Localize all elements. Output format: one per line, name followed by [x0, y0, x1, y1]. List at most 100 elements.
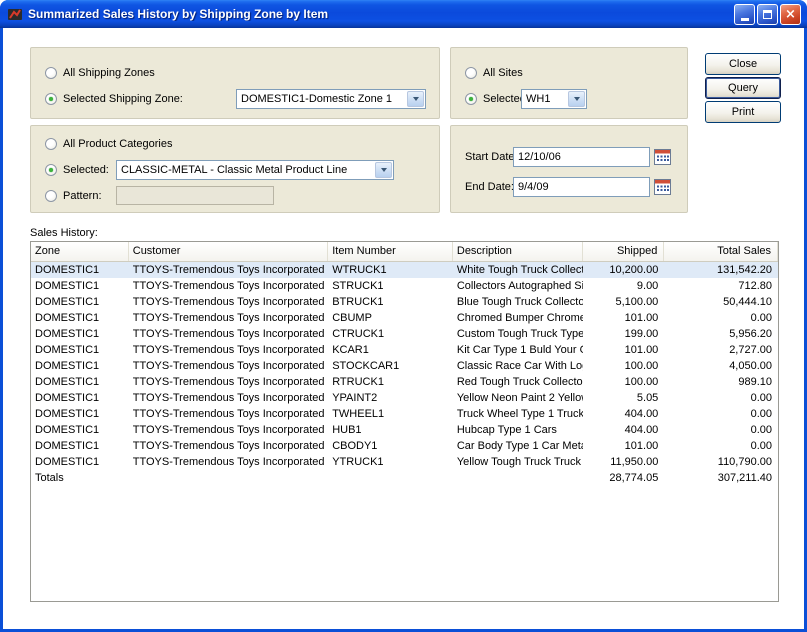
maximize-icon[interactable] — [757, 4, 778, 25]
query-button[interactable]: Query — [705, 77, 781, 99]
table-row[interactable]: DOMESTIC1TTOYS-Tremendous Toys Incorpora… — [31, 374, 778, 390]
column-header-description[interactable]: Description — [453, 242, 583, 261]
radio-label: All Shipping Zones — [63, 67, 155, 79]
cell-zone: DOMESTIC1 — [31, 262, 129, 278]
cell-shipped: 101.00 — [583, 342, 665, 358]
cell-description: Custom Tough Truck Type 1 — [453, 326, 583, 342]
table-row[interactable]: DOMESTIC1TTOYS-Tremendous Toys Incorpora… — [31, 278, 778, 294]
radio-label: Pattern: — [63, 190, 102, 202]
start-date-label: Start Date: — [465, 151, 518, 163]
column-header-item-number[interactable]: Item Number — [328, 242, 453, 261]
minimize-icon[interactable] — [734, 4, 755, 25]
cell-total: 5,956.20 — [664, 326, 778, 342]
calendar-icon[interactable] — [654, 179, 671, 195]
cell-description: Collectors Autographed Signed T... — [453, 278, 583, 294]
close-button[interactable]: Close — [705, 53, 781, 75]
cell-description — [453, 470, 583, 486]
cell-item: TWHEEL1 — [328, 406, 453, 422]
combo-value: WH1 — [522, 93, 567, 105]
cell-customer: TTOYS-Tremendous Toys Incorporated — [129, 278, 328, 294]
cell-item: WTRUCK1 — [328, 262, 453, 278]
cell-shipped: 101.00 — [583, 438, 665, 454]
cell-shipped: 404.00 — [583, 406, 665, 422]
table-row[interactable]: DOMESTIC1TTOYS-Tremendous Toys Incorpora… — [31, 262, 778, 278]
cell-total: 712.80 — [664, 278, 778, 294]
cell-customer — [129, 470, 328, 486]
cell-item: YTRUCK1 — [328, 454, 453, 470]
cell-zone: DOMESTIC1 — [31, 342, 129, 358]
table-row[interactable]: DOMESTIC1TTOYS-Tremendous Toys Incorpora… — [31, 390, 778, 406]
radio-unchecked-icon — [45, 190, 57, 202]
cell-customer: TTOYS-Tremendous Toys Incorporated — [129, 406, 328, 422]
table-row[interactable]: DOMESTIC1TTOYS-Tremendous Toys Incorpora… — [31, 406, 778, 422]
site-select[interactable]: WH1 — [521, 89, 587, 109]
cell-item: HUB1 — [328, 422, 453, 438]
table-row[interactable]: DOMESTIC1TTOYS-Tremendous Toys Incorpora… — [31, 454, 778, 470]
end-date-input[interactable] — [513, 177, 650, 197]
chevron-down-icon[interactable] — [407, 91, 424, 107]
radio-all-shipping-zones[interactable]: All Shipping Zones — [45, 67, 155, 79]
radio-label: All Sites — [483, 67, 523, 79]
cell-zone: DOMESTIC1 — [31, 294, 129, 310]
column-header-shipped[interactable]: Shipped — [583, 242, 665, 261]
print-button[interactable]: Print — [705, 101, 781, 123]
radio-checked-icon — [45, 164, 57, 176]
cell-shipped: 5.05 — [583, 390, 665, 406]
table-row[interactable]: DOMESTIC1TTOYS-Tremendous Toys Incorpora… — [31, 438, 778, 454]
cell-total: 0.00 — [664, 406, 778, 422]
cell-customer: TTOYS-Tremendous Toys Incorporated — [129, 326, 328, 342]
cell-description: White Tough Truck Collectors — [453, 262, 583, 278]
table-row[interactable]: DOMESTIC1TTOYS-Tremendous Toys Incorpora… — [31, 342, 778, 358]
radio-checked-icon — [45, 93, 57, 105]
cell-shipped: 11,950.00 — [583, 454, 665, 470]
table-row[interactable]: DOMESTIC1TTOYS-Tremendous Toys Incorpora… — [31, 422, 778, 438]
cell-total: 0.00 — [664, 438, 778, 454]
cell-total: 989.10 — [664, 374, 778, 390]
cell-shipped: 100.00 — [583, 358, 665, 374]
cell-description: Truck Wheel Type 1 Truck Wheel... — [453, 406, 583, 422]
cell-total: 307,211.40 — [664, 470, 778, 486]
radio-selected-site[interactable]: Selected: — [465, 93, 529, 105]
radio-selected-category[interactable]: Selected: — [45, 164, 109, 176]
start-date-input[interactable] — [513, 147, 650, 167]
table-row[interactable]: DOMESTIC1TTOYS-Tremendous Toys Incorpora… — [31, 310, 778, 326]
chevron-down-icon[interactable] — [568, 91, 585, 107]
radio-pattern[interactable]: Pattern: — [45, 190, 102, 202]
cell-description: Kit Car Type 1 Buld Your Own — [453, 342, 583, 358]
pattern-input[interactable] — [116, 186, 274, 205]
cell-total: 110,790.00 — [664, 454, 778, 470]
cell-shipped: 404.00 — [583, 422, 665, 438]
shipping-zone-select[interactable]: DOMESTIC1-Domestic Zone 1 — [236, 89, 426, 109]
radio-unchecked-icon — [45, 67, 57, 79]
cell-shipped: 9.00 — [583, 278, 665, 294]
cell-item: BTRUCK1 — [328, 294, 453, 310]
cell-item — [328, 470, 453, 486]
cell-customer: TTOYS-Tremendous Toys Incorporated — [129, 358, 328, 374]
date-range-group: Start Date: End Date: — [450, 125, 688, 213]
radio-selected-shipping-zone[interactable]: Selected Shipping Zone: — [45, 93, 183, 105]
cell-customer: TTOYS-Tremendous Toys Incorporated — [129, 310, 328, 326]
calendar-icon[interactable] — [654, 149, 671, 165]
cell-description: Yellow Tough Truck Truck Type 1 — [453, 454, 583, 470]
cell-item: KCAR1 — [328, 342, 453, 358]
radio-all-sites[interactable]: All Sites — [465, 67, 523, 79]
cell-description: Hubcap Type 1 Cars — [453, 422, 583, 438]
cell-total: 0.00 — [664, 422, 778, 438]
window-title: Summarized Sales History by Shipping Zon… — [28, 7, 734, 21]
table-row[interactable]: DOMESTIC1TTOYS-Tremendous Toys Incorpora… — [31, 358, 778, 374]
totals-row: Totals28,774.05307,211.40 — [31, 470, 778, 486]
close-window-icon[interactable]: × — [780, 4, 801, 25]
radio-label: Selected: — [63, 164, 109, 176]
column-header-customer[interactable]: Customer — [129, 242, 328, 261]
product-category-select[interactable]: CLASSIC-METAL - Classic Metal Product Li… — [116, 160, 394, 180]
column-header-zone[interactable]: Zone — [31, 242, 129, 261]
cell-description: Chromed Bumper Chromed Thro... — [453, 310, 583, 326]
cell-zone: DOMESTIC1 — [31, 406, 129, 422]
table-row[interactable]: DOMESTIC1TTOYS-Tremendous Toys Incorpora… — [31, 326, 778, 342]
radio-all-product-categories[interactable]: All Product Categories — [45, 138, 172, 150]
chevron-down-icon[interactable] — [375, 162, 392, 178]
cell-total: 50,444.10 — [664, 294, 778, 310]
cell-item: YPAINT2 — [328, 390, 453, 406]
column-header-total-sales[interactable]: Total Sales — [664, 242, 778, 261]
table-row[interactable]: DOMESTIC1TTOYS-Tremendous Toys Incorpora… — [31, 294, 778, 310]
